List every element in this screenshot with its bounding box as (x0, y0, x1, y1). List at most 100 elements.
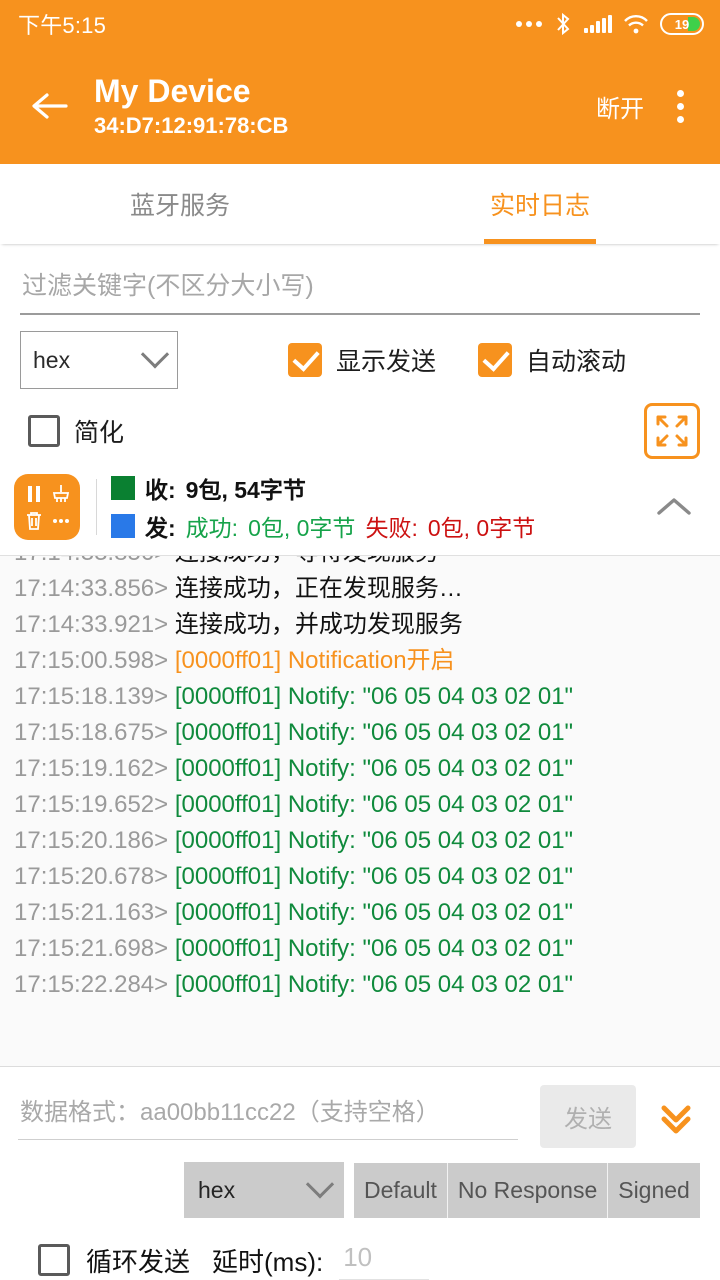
wifi-icon (623, 14, 649, 34)
show-send-label: 显示发送 (336, 342, 436, 378)
chevron-down-icon (306, 1170, 334, 1198)
write-type-no-response[interactable]: No Response (448, 1163, 608, 1218)
log-timestamp: 17:15:18.139> (14, 683, 175, 710)
send-format-spinner[interactable]: hex (184, 1162, 344, 1218)
write-type-signed[interactable]: Signed (608, 1163, 700, 1218)
send-button[interactable]: 发送 (540, 1085, 636, 1148)
status-clock: 下午5:15 (18, 8, 106, 40)
disconnect-button[interactable]: 断开 (582, 79, 658, 134)
log-line: 17:15:22.284> [0000ff01] Notify: "06 05 … (14, 967, 706, 1003)
log-message: 连接成功，并成功发现服务 (175, 611, 463, 638)
log-list: 17:14:33.856> 连接成功，等待发现服务17:14:33.856> 连… (0, 555, 720, 1003)
log-line: 17:15:18.139> [0000ff01] Notify: "06 05 … (14, 679, 706, 715)
log-message: [0000ff01] Notify: "06 05 04 03 02 01" (175, 935, 573, 962)
pause-icon (23, 483, 45, 505)
log-message: [0000ff01] Notification开启 (175, 647, 455, 674)
log-timestamp: 17:15:00.598> (14, 647, 175, 674)
signal-icon (584, 15, 612, 33)
log-message: [0000ff01] Notify: "06 05 04 03 02 01" (175, 971, 573, 998)
send-data-input[interactable] (18, 1093, 518, 1140)
log-message: [0000ff01] Notify: "06 05 04 03 02 01" (175, 683, 573, 710)
write-type-row: hex Default No Response Signed (0, 1154, 720, 1218)
auto-scroll-label: 自动滚动 (526, 342, 626, 378)
log-timestamp: 17:15:19.162> (14, 755, 175, 782)
log-line: 17:15:19.162> [0000ff01] Notify: "06 05 … (14, 751, 706, 787)
stats-send-line: 发: 成功: 0包, 0字节 失败: 0包, 0字节 (111, 509, 535, 543)
simplify-checkbox[interactable]: 简化 (28, 413, 124, 449)
log-line: 17:14:33.856> 连接成功，正在发现服务… (14, 571, 706, 607)
page-title: My Device (94, 73, 288, 110)
checkbox-checked-icon (478, 343, 512, 377)
send-color-swatch (111, 514, 135, 538)
device-mac-address: 34:D7:12:91:78:CB (94, 112, 288, 140)
tab-bar: 蓝牙服务 实时日志 (0, 164, 720, 244)
recv-label: 收: (145, 471, 176, 505)
log-timestamp: 17:14:33.856> (14, 555, 175, 566)
stats-bar: 收: 9包, 54字节 发: 成功: 0包, 0字节 失败: 0包, 0字节 (0, 459, 720, 555)
delay-label: 延时(ms): (212, 1242, 323, 1279)
send-success-value: 0包, 0字节 (248, 509, 355, 543)
send-format-value: hex (198, 1177, 310, 1204)
send-row: 发送 (0, 1067, 720, 1154)
filter-input[interactable] (20, 266, 700, 315)
options-row-secondary: 简化 (0, 389, 720, 459)
more-dots-icon (50, 510, 72, 532)
log-timestamp: 17:15:21.698> (14, 935, 175, 962)
log-timestamp: 17:15:18.675> (14, 719, 175, 746)
send-success-label: 成功: (186, 509, 238, 543)
delay-input[interactable] (339, 1240, 429, 1280)
write-type-segmented-control: Default No Response Signed (354, 1163, 700, 1218)
loop-send-label: 循环发送 (86, 1242, 190, 1279)
checkbox-checked-icon (288, 343, 322, 377)
tab-realtime-log[interactable]: 实时日志 (360, 164, 720, 244)
write-type-default[interactable]: Default (354, 1163, 448, 1218)
log-format-spinner[interactable]: hex (20, 331, 178, 389)
log-timestamp: 17:15:20.186> (14, 827, 175, 854)
more-dots-icon (516, 21, 542, 27)
back-arrow-icon[interactable] (22, 78, 78, 134)
log-message: [0000ff01] Notify: "06 05 04 03 02 01" (175, 719, 573, 746)
filter-row (0, 244, 720, 315)
send-fail-label: 失败: (365, 509, 417, 543)
app-bar-titles: My Device 34:D7:12:91:78:CB (94, 73, 288, 139)
log-controls-button[interactable] (14, 474, 80, 540)
battery-icon: 19 (660, 13, 704, 35)
log-message: [0000ff01] Notify: "06 05 04 03 02 01" (175, 791, 573, 818)
log-line: 17:15:00.598> [0000ff01] Notification开启 (14, 643, 706, 679)
log-panel[interactable]: 17:14:33.856> 连接成功，等待发现服务17:14:33.856> 连… (0, 555, 720, 1067)
send-label: 发: (145, 509, 176, 543)
double-chevron-down-icon[interactable] (648, 1089, 704, 1145)
log-format-value: hex (33, 347, 145, 374)
battery-level: 19 (675, 17, 689, 32)
fullscreen-expand-icon[interactable] (644, 403, 700, 459)
checkbox-unchecked-icon (28, 415, 60, 447)
status-bar: 下午5:15 19 (0, 0, 720, 48)
auto-scroll-checkbox[interactable]: 自动滚动 (478, 342, 626, 378)
log-timestamp: 17:15:22.284> (14, 971, 175, 998)
log-line: 17:15:19.652> [0000ff01] Notify: "06 05 … (14, 787, 706, 823)
recv-value: 9包, 54字节 (186, 471, 306, 505)
log-line: 17:15:21.163> [0000ff01] Notify: "06 05 … (14, 895, 706, 931)
log-line: 17:14:33.921> 连接成功，并成功发现服务 (14, 607, 706, 643)
show-send-checkbox[interactable]: 显示发送 (288, 342, 436, 378)
log-timestamp: 17:15:19.652> (14, 791, 175, 818)
log-line: 17:15:20.186> [0000ff01] Notify: "06 05 … (14, 823, 706, 859)
log-message: 连接成功，正在发现服务… (175, 575, 463, 602)
recv-color-swatch (111, 476, 135, 500)
loop-send-checkbox[interactable] (38, 1244, 70, 1276)
send-fail-value: 0包, 0字节 (428, 509, 535, 543)
log-line: 17:14:33.856> 连接成功，等待发现服务 (14, 555, 706, 571)
status-icons: 19 (516, 12, 704, 36)
log-message: [0000ff01] Notify: "06 05 04 03 02 01" (175, 863, 573, 890)
overflow-menu-icon[interactable] (658, 78, 702, 134)
tab-bluetooth-services[interactable]: 蓝牙服务 (0, 164, 360, 244)
app-bar: My Device 34:D7:12:91:78:CB 断开 (0, 48, 720, 164)
log-message: [0000ff01] Notify: "06 05 04 03 02 01" (175, 899, 573, 926)
log-message: [0000ff01] Notify: "06 05 04 03 02 01" (175, 755, 573, 782)
broom-icon (50, 483, 72, 505)
chevron-up-icon[interactable] (646, 479, 702, 535)
options-row-primary: hex 显示发送 自动滚动 (0, 315, 720, 389)
log-timestamp: 17:15:20.678> (14, 863, 175, 890)
stats-divider (96, 479, 97, 535)
loop-send-row: 循环发送 延时(ms): (0, 1218, 720, 1280)
